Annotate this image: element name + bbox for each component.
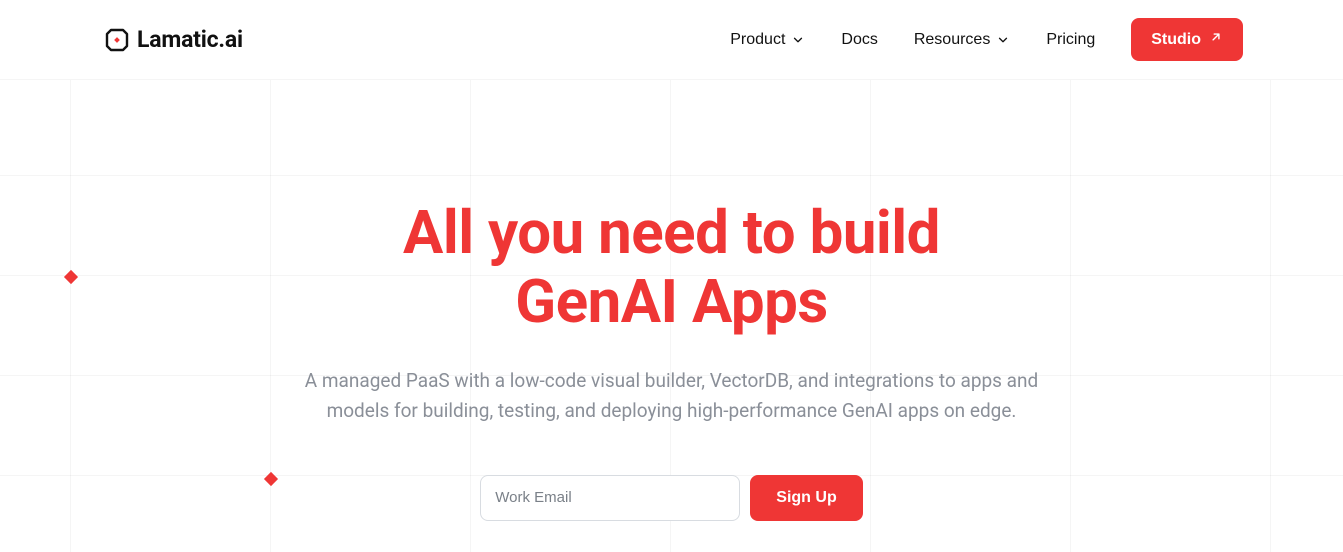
studio-button-label: Studio xyxy=(1151,31,1201,49)
nav-item-label: Pricing xyxy=(1046,31,1095,49)
nav-product[interactable]: Product xyxy=(730,31,805,49)
hero-title-line: GenAI Apps xyxy=(515,266,827,337)
hero-subtitle: A managed PaaS with a low-code visual bu… xyxy=(302,366,1042,427)
signup-form: Sign Up xyxy=(480,475,862,521)
signup-button[interactable]: Sign Up xyxy=(750,475,862,521)
nav-docs[interactable]: Docs xyxy=(841,31,877,49)
brand-name: Lamatic.ai xyxy=(137,26,243,53)
hero-title-line: All you need to build xyxy=(403,197,940,268)
hero-title: All you need to build GenAI Apps xyxy=(0,198,1343,336)
nav-resources[interactable]: Resources xyxy=(914,31,1010,49)
arrow-up-right-icon xyxy=(1209,30,1223,49)
brand-logo-icon xyxy=(105,28,129,52)
nav-item-label: Docs xyxy=(841,31,877,49)
work-email-input[interactable] xyxy=(480,475,740,521)
nav-item-label: Product xyxy=(730,31,785,49)
chevron-down-icon xyxy=(996,33,1010,47)
hero-section: All you need to build GenAI Apps A manag… xyxy=(0,80,1343,521)
primary-nav: Product Docs Resources Pricing Studio xyxy=(730,18,1243,61)
nav-pricing[interactable]: Pricing xyxy=(1046,31,1095,49)
nav-item-label: Resources xyxy=(914,31,990,49)
brand-logo[interactable]: Lamatic.ai xyxy=(105,26,243,53)
chevron-down-icon xyxy=(791,33,805,47)
studio-button[interactable]: Studio xyxy=(1131,18,1243,61)
signup-button-label: Sign Up xyxy=(776,489,836,506)
navbar: Lamatic.ai Product Docs Resources Pricin… xyxy=(0,0,1343,80)
